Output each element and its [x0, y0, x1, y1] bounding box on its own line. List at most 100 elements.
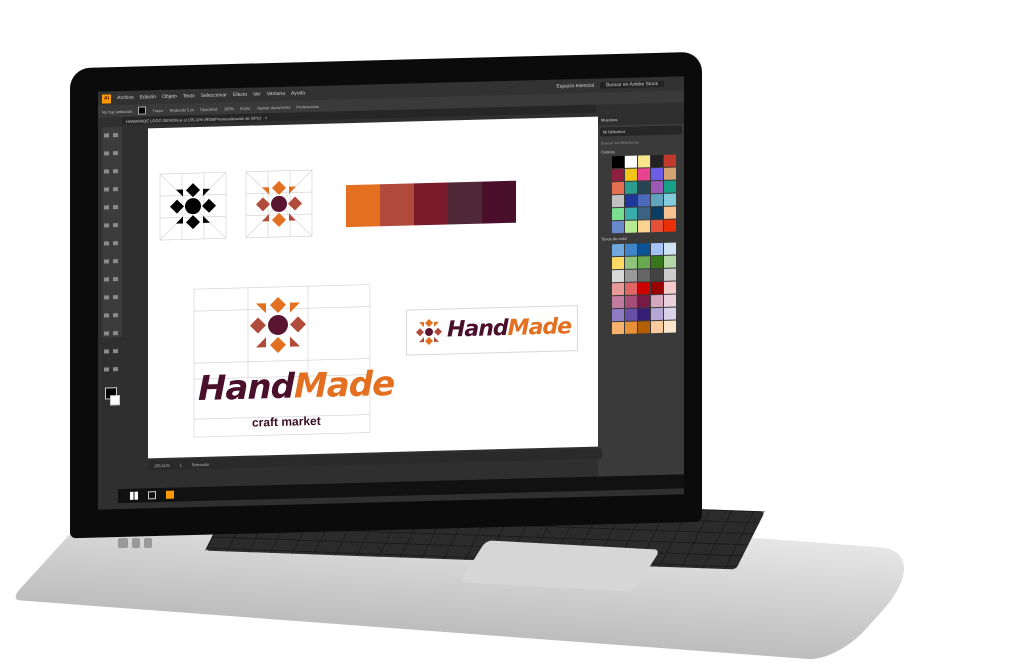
- blend-tool-icon[interactable]: [113, 313, 118, 318]
- color-swatch[interactable]: [664, 294, 676, 307]
- eraser-tool-icon[interactable]: [113, 223, 118, 228]
- curvature-tool-icon[interactable]: [113, 169, 118, 174]
- selection-tool-icon[interactable]: [104, 133, 109, 138]
- menu-item-seleccionar[interactable]: Seleccionar: [201, 92, 227, 99]
- color-swatch[interactable]: [612, 155, 624, 169]
- workspace-switcher[interactable]: Espacio esencial: [556, 83, 594, 90]
- color-swatch[interactable]: [664, 154, 676, 167]
- panel-title[interactable]: Muestras: [598, 112, 684, 126]
- color-swatch[interactable]: [651, 255, 663, 269]
- rectangle-tool-icon[interactable]: [104, 205, 109, 210]
- slice-tool-icon[interactable]: [113, 349, 118, 354]
- color-swatch[interactable]: [664, 219, 676, 232]
- preferences-button[interactable]: Preferencias: [296, 103, 318, 109]
- zoom-tool-icon[interactable]: [113, 367, 118, 372]
- opacity-input[interactable]: 100%: [224, 106, 234, 111]
- color-swatch[interactable]: [625, 155, 637, 168]
- hand-tool-icon[interactable]: [104, 367, 109, 372]
- color-swatch[interactable]: [625, 282, 637, 295]
- color-swatch[interactable]: [612, 168, 624, 182]
- paintbrush-tool-icon[interactable]: [113, 205, 118, 210]
- color-swatch[interactable]: [638, 321, 650, 334]
- color-swatch[interactable]: [625, 256, 637, 269]
- color-swatch[interactable]: [664, 193, 676, 206]
- task-view-icon[interactable]: [148, 491, 156, 500]
- color-swatch[interactable]: [664, 268, 676, 281]
- color-swatch[interactable]: [664, 320, 676, 333]
- color-swatch[interactable]: [638, 155, 650, 168]
- scale-tool-icon[interactable]: [113, 241, 118, 246]
- color-swatch[interactable]: [638, 181, 650, 194]
- color-swatch[interactable]: [625, 308, 637, 321]
- color-swatch[interactable]: [651, 294, 663, 308]
- color-swatch[interactable]: [638, 243, 650, 256]
- color-swatch[interactable]: [612, 308, 624, 322]
- illustrator-icon[interactable]: [166, 490, 174, 499]
- pencil-tool-icon[interactable]: [104, 223, 109, 228]
- color-swatch[interactable]: [664, 180, 676, 193]
- fill-swatch[interactable]: [138, 106, 147, 115]
- color-swatch[interactable]: [612, 181, 624, 195]
- mesh-tool-icon[interactable]: [104, 295, 109, 300]
- magic-wand-tool-icon[interactable]: [104, 151, 109, 156]
- color-swatch[interactable]: [664, 206, 676, 219]
- gradient-tool-icon[interactable]: [113, 295, 118, 300]
- color-swatch[interactable]: [612, 295, 624, 309]
- color-swatch[interactable]: [638, 295, 650, 308]
- color-swatch[interactable]: [625, 194, 637, 207]
- color-swatch[interactable]: [638, 220, 650, 233]
- close-tab-icon[interactable]: ×: [265, 115, 267, 120]
- color-swatch[interactable]: [651, 219, 663, 233]
- perspective-tool-icon[interactable]: [113, 277, 118, 282]
- color-swatch[interactable]: [638, 308, 650, 321]
- zoom-level[interactable]: 135,11%: [154, 462, 170, 467]
- artboard-number[interactable]: 1: [180, 462, 182, 467]
- color-swatch[interactable]: [638, 256, 650, 269]
- doc-setup-button[interactable]: Ajustar documento: [257, 104, 290, 110]
- color-swatch[interactable]: [625, 207, 637, 220]
- artboard-tool-icon[interactable]: [104, 349, 109, 354]
- lasso-tool-icon[interactable]: [113, 151, 118, 156]
- menu-item-objeto[interactable]: Objeto: [162, 94, 177, 100]
- symbol-sprayer-tool-icon[interactable]: [104, 331, 109, 336]
- color-swatch[interactable]: [651, 268, 663, 282]
- free-transform-tool-icon[interactable]: [113, 259, 118, 264]
- color-swatch[interactable]: [651, 154, 663, 168]
- color-swatch[interactable]: [625, 295, 637, 308]
- color-swatch[interactable]: [612, 194, 624, 208]
- color-swatch[interactable]: [664, 242, 676, 255]
- color-swatch[interactable]: [638, 194, 650, 207]
- type-tool-icon[interactable]: [104, 187, 109, 192]
- shape-builder-tool-icon[interactable]: [104, 277, 109, 282]
- library-select[interactable]: Mi biblioteca: [600, 125, 682, 137]
- width-tool-icon[interactable]: [104, 259, 109, 264]
- color-swatch[interactable]: [651, 242, 663, 256]
- color-swatch[interactable]: [612, 269, 624, 283]
- line-tool-icon[interactable]: [113, 187, 118, 192]
- windows-icon[interactable]: [130, 491, 138, 500]
- graph-tool-icon[interactable]: [113, 331, 118, 336]
- color-swatch[interactable]: [651, 206, 663, 220]
- color-swatch[interactable]: [638, 282, 650, 295]
- color-swatch[interactable]: [612, 243, 624, 257]
- color-swatch[interactable]: [625, 243, 637, 256]
- rotate-tool-icon[interactable]: [104, 241, 109, 246]
- menu-item-texto[interactable]: Texto: [183, 93, 195, 99]
- color-swatch[interactable]: [625, 269, 637, 282]
- color-swatch[interactable]: [638, 168, 650, 181]
- menu-item-edicion[interactable]: Edición: [140, 94, 156, 100]
- menu-item-efecto[interactable]: Efecto: [233, 92, 247, 98]
- stock-search-input[interactable]: Buscar en Adobe Stock: [600, 80, 664, 89]
- color-swatch[interactable]: [612, 220, 624, 234]
- color-swatch[interactable]: [625, 220, 637, 233]
- color-swatch[interactable]: [612, 207, 624, 221]
- color-swatch[interactable]: [651, 180, 663, 194]
- eyedropper-tool-icon[interactable]: [104, 313, 109, 318]
- brush-style-select[interactable]: Redondo 5 pt: [170, 107, 194, 113]
- pen-tool-icon[interactable]: [104, 169, 109, 174]
- color-swatch[interactable]: [651, 281, 663, 295]
- menu-item-archivo[interactable]: Archivo: [117, 95, 134, 101]
- color-swatch[interactable]: [612, 282, 624, 296]
- color-swatch[interactable]: [625, 321, 637, 334]
- color-swatch[interactable]: [664, 307, 676, 320]
